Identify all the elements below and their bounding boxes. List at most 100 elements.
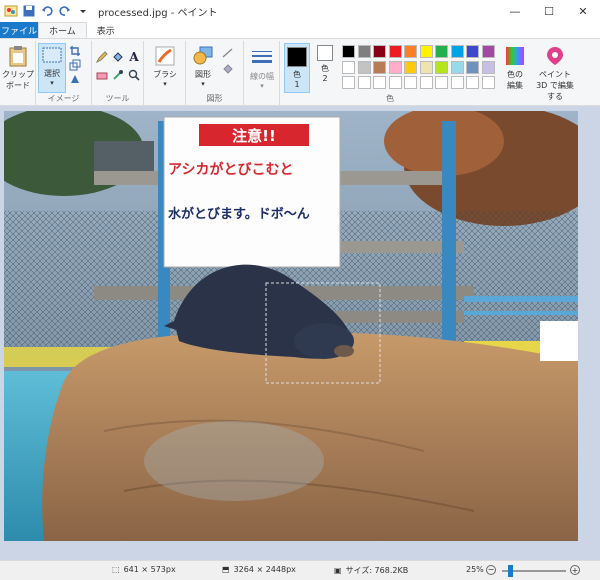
color-swatch[interactable] [388, 60, 402, 74]
fill-style-icon[interactable] [222, 63, 234, 75]
color-swatch[interactable] [419, 60, 433, 74]
resize-icon[interactable] [69, 59, 81, 71]
color-swatch[interactable] [435, 76, 448, 89]
color-swatch[interactable] [388, 45, 402, 58]
file-size-value: サイズ: 768.2KB [345, 566, 409, 575]
color-swatch[interactable] [481, 76, 495, 89]
paint3d-icon [544, 45, 566, 67]
size-dropdown-icon: ▾ [260, 82, 264, 90]
eraser-icon[interactable] [96, 69, 108, 81]
clipboard-group: クリップ ボード [0, 41, 36, 105]
color-picker-icon[interactable] [112, 69, 124, 81]
close-button[interactable]: ✕ [566, 0, 600, 22]
title-bar: processed.jpg - ペイント — ☐ ✕ [0, 0, 600, 22]
color-swatch[interactable] [342, 76, 355, 89]
edit-colors-label: 色の 編集 [507, 70, 523, 90]
tab-file[interactable]: ファイル [0, 22, 38, 38]
color-swatch[interactable] [404, 60, 417, 74]
color-swatch[interactable] [466, 76, 479, 89]
colors-group: 色 1 色 2 色の 編集 ペイント 3D で編集する 色 [280, 41, 600, 105]
color-swatch[interactable] [357, 45, 371, 58]
undo-icon[interactable] [40, 4, 54, 18]
color-swatch[interactable] [373, 60, 386, 74]
color1-button[interactable]: 色 1 [284, 43, 310, 93]
paint-app-icon[interactable] [4, 4, 18, 18]
magnifier-icon[interactable] [128, 69, 140, 81]
color-swatch[interactable] [342, 60, 355, 74]
tools-group-label: ツール [105, 94, 130, 103]
size-group: 線の幅 ▾ [244, 41, 280, 105]
window-title: processed.jpg - ペイント [98, 7, 218, 19]
color-swatch[interactable] [373, 76, 386, 89]
image-group: 選択 ▾ イメージ [36, 41, 92, 105]
select-label: 選択 [44, 69, 60, 78]
color-swatch[interactable] [357, 60, 371, 74]
color-swatch[interactable] [373, 45, 386, 58]
color-swatch[interactable] [404, 76, 417, 89]
selection-icon: ⬚ [112, 565, 120, 574]
tools-group: A ツール [92, 41, 144, 105]
crop-icon[interactable] [69, 45, 81, 57]
workspace[interactable]: 注意!! アシカがとびこむと 水がとびます。ドボ〜ん [0, 106, 600, 560]
rotate-icon[interactable] [69, 73, 81, 85]
edit-colors-button[interactable]: 色の 編集 [502, 45, 528, 91]
color-swatch[interactable] [481, 60, 495, 74]
sign-heading: 注意!! [232, 127, 276, 145]
save-icon[interactable] [22, 4, 36, 18]
brush-icon [154, 45, 176, 67]
minimize-button[interactable]: — [498, 0, 532, 22]
color-swatch[interactable] [419, 76, 433, 89]
customize-dropdown-icon[interactable] [76, 4, 90, 18]
line-width-icon [251, 47, 273, 69]
select-dropdown-icon: ▾ [50, 79, 54, 87]
shapes-button[interactable]: 図形 ▾ [188, 45, 218, 88]
color-swatch[interactable] [450, 60, 464, 74]
redo-icon[interactable] [58, 4, 72, 18]
size-button[interactable]: 線の幅 ▾ [247, 47, 277, 90]
color1-label: 色 1 [293, 70, 301, 89]
color-wheel-icon [504, 45, 526, 67]
color-swatch[interactable] [357, 76, 371, 89]
color2-button[interactable]: 色 2 [314, 45, 336, 83]
paint3d-button[interactable]: ペイント 3D で編集する [532, 45, 578, 102]
maximize-button[interactable]: ☐ [532, 0, 566, 22]
pencil-icon[interactable] [96, 51, 108, 63]
zoom-slider-thumb[interactable] [508, 565, 513, 577]
clipboard-button[interactable]: クリップ ボード [2, 45, 34, 91]
color-swatch[interactable] [450, 76, 464, 89]
fill-icon[interactable] [112, 51, 124, 63]
outline-icon[interactable] [222, 47, 234, 59]
quick-access-toolbar [0, 0, 90, 22]
color-swatch[interactable] [450, 45, 464, 58]
zoom-in-button[interactable]: + [570, 565, 580, 575]
canvas[interactable]: 注意!! アシカがとびこむと 水がとびます。ドボ〜ん [4, 111, 578, 541]
color-palette [342, 43, 500, 93]
tab-view[interactable]: 表示 [87, 22, 125, 38]
color-swatch[interactable] [466, 45, 479, 58]
text-icon[interactable]: A [128, 50, 140, 64]
size-label: 線の幅 [250, 72, 274, 81]
color-swatch[interactable] [435, 45, 448, 58]
tab-home[interactable]: ホーム [38, 22, 87, 38]
selection-size: ⬚ 641 × 573px [112, 565, 176, 574]
color-swatch[interactable] [388, 76, 402, 89]
select-icon [41, 44, 63, 66]
color-swatch[interactable] [404, 45, 417, 58]
color2-swatch [317, 45, 333, 61]
color-swatch[interactable] [419, 45, 433, 58]
shapes-group: 図形 ▾ 図形 [186, 41, 244, 105]
zoom-in-icon: + [570, 565, 580, 575]
brush-label: ブラシ [153, 70, 177, 79]
brush-button[interactable]: ブラシ ▾ [148, 45, 182, 88]
select-button[interactable]: 選択 ▾ [38, 43, 66, 93]
color-swatch[interactable] [466, 60, 479, 74]
zoom-slider[interactable] [502, 565, 566, 577]
color-swatch[interactable] [435, 60, 448, 74]
color2-label: 色 2 [321, 64, 329, 83]
status-bar: ⬚ 641 × 573px ⬒ 3264 × 2448px ▣ サイズ: 768… [0, 560, 600, 580]
zoom-out-button[interactable]: − [486, 565, 496, 575]
color-swatch[interactable] [342, 45, 355, 58]
zoom-out-icon: − [486, 565, 496, 575]
color-swatch[interactable] [481, 45, 495, 58]
shapes-icon [192, 45, 214, 67]
